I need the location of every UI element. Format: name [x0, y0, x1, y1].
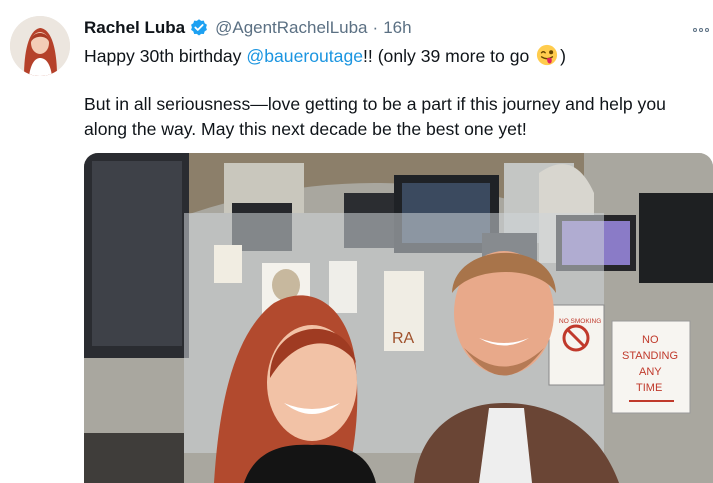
tweet-timestamp[interactable]: 16h: [383, 18, 411, 38]
sign-no-standing-3: ANY: [639, 366, 662, 378]
verified-badge-icon: [191, 19, 208, 36]
sign-no-standing-1: NO: [642, 334, 659, 346]
separator-dot: ·: [372, 18, 379, 37]
text-segment: Happy 30th birthday: [84, 46, 247, 66]
text-segment: !! (only 39 more to go: [363, 46, 535, 66]
tweet-text: Happy 30th birthday @baueroutage!! (only…: [84, 44, 712, 142]
mention-link[interactable]: @baueroutage: [246, 46, 363, 66]
tweet-line-3: along the way. May this next decade be t…: [84, 119, 527, 139]
sign-no-standing-4: TIME: [636, 382, 662, 394]
winking-tongue-emoji-icon: [537, 44, 558, 66]
svg-text:RA: RA: [392, 330, 415, 347]
photo-scene: RA NO SMOKING NO STANDING ANY TIME: [84, 153, 713, 483]
tweet-header: Rachel Luba @AgentRachelLuba · 16h: [84, 16, 412, 40]
author-handle[interactable]: @AgentRachelLuba: [215, 18, 367, 38]
tweet-line-1: Happy 30th birthday @baueroutage!! (only…: [84, 44, 712, 69]
avatar[interactable]: [10, 16, 70, 76]
tweet-line-2: But in all seriousness—love getting to b…: [84, 94, 666, 114]
author-name[interactable]: Rachel Luba: [84, 18, 185, 38]
avatar-image: [10, 16, 70, 76]
text-segment: ): [560, 46, 567, 66]
sign-no-smoking: NO SMOKING: [559, 318, 601, 325]
tweet-photo[interactable]: RA NO SMOKING NO STANDING ANY TIME: [84, 153, 713, 483]
more-options-icon[interactable]: [693, 25, 713, 35]
sign-no-standing-2: STANDING: [622, 350, 678, 362]
